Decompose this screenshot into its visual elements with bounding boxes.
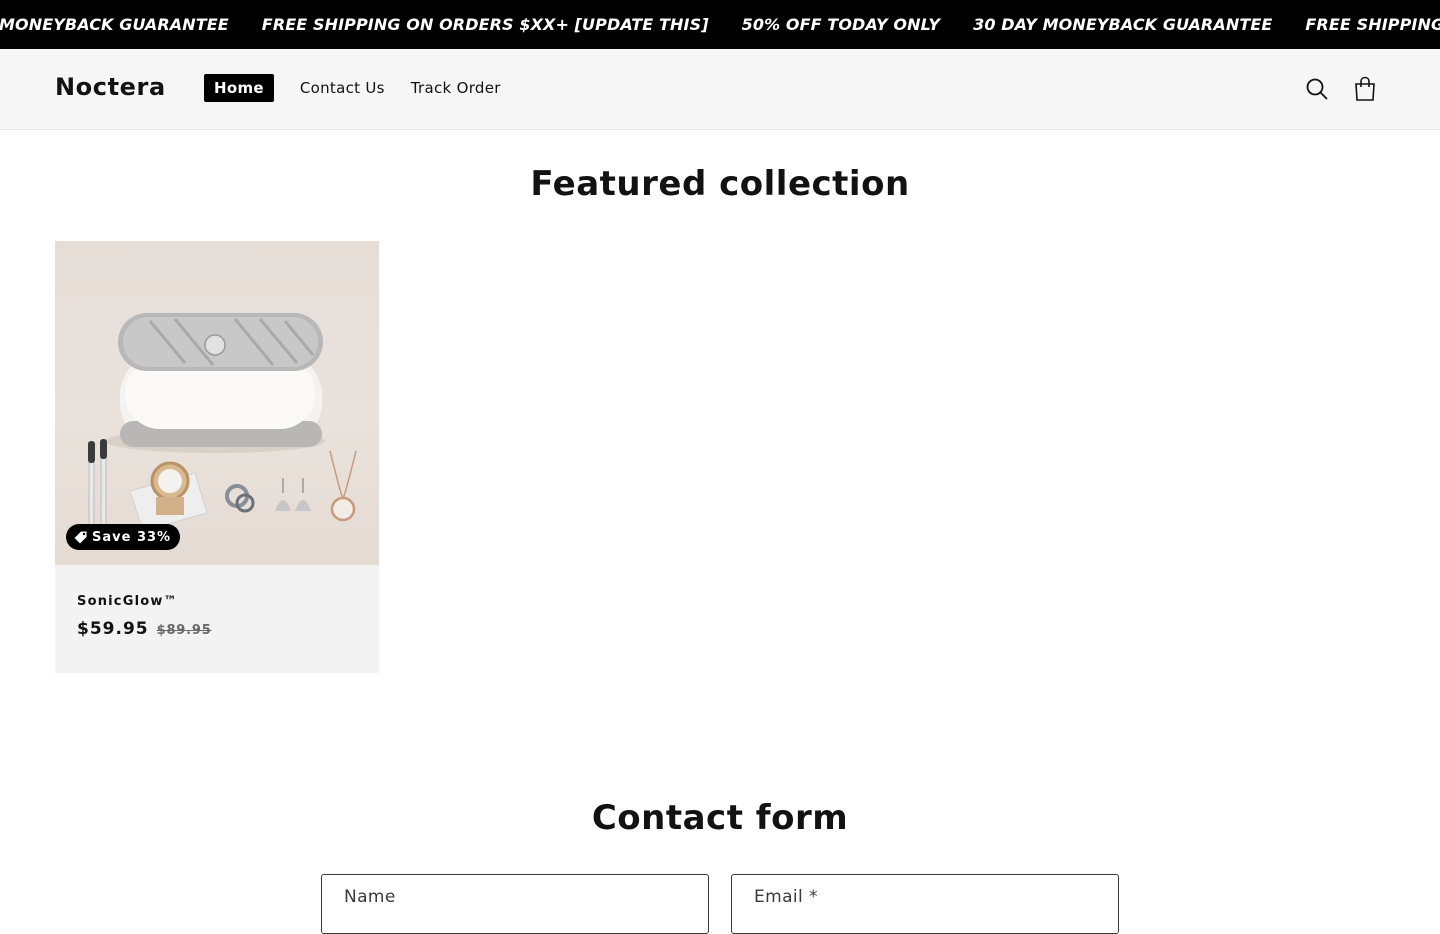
sale-badge-label: Save 33% <box>92 529 172 545</box>
announcement-item: FREE SHIPPING ON ORDERS $XX+ [UPDATE THI… <box>261 15 709 34</box>
product-card[interactable]: Save 33% SonicGlow™ $59.95 $89.95 <box>55 241 379 673</box>
tag-icon <box>74 531 87 543</box>
search-icon <box>1306 78 1328 100</box>
sale-badge: Save 33% <box>66 524 181 550</box>
search-button[interactable] <box>1301 73 1333 105</box>
announcement-item: 30 DAY MONEYBACK GUARANTEE <box>973 15 1273 34</box>
price-row: $59.95 $89.95 <box>77 619 212 639</box>
announcement-item: FREE SHIPPING ON O <box>1305 15 1440 34</box>
email-field-label: Email * <box>754 887 818 907</box>
featured-collection-title: Featured collection <box>530 164 910 204</box>
name-field[interactable]: Name <box>321 874 709 934</box>
contact-form-title: Contact form <box>591 798 849 838</box>
product-image[interactable]: Save 33% <box>55 241 379 565</box>
main-nav: Home Contact Us Track Order <box>204 74 527 102</box>
cart-button[interactable] <box>1349 73 1381 105</box>
store-logo[interactable]: Noctera <box>55 73 166 101</box>
announcement-bar: MONEYBACK GUARANTEE FREE SHIPPING ON ORD… <box>0 0 1440 49</box>
nav-item-track-order[interactable]: Track Order <box>411 74 501 102</box>
nav-item-contact-us[interactable]: Contact Us <box>300 74 385 102</box>
site-header: Noctera Home Contact Us Track Order <box>0 49 1440 130</box>
email-field[interactable]: Email * <box>731 874 1119 934</box>
name-field-label: Name <box>344 887 396 907</box>
compare-at-price: $89.95 <box>156 623 212 638</box>
nav-item-home[interactable]: Home <box>204 74 274 102</box>
announcement-item: MONEYBACK GUARANTEE <box>0 15 229 34</box>
cart-icon <box>1355 76 1375 101</box>
product-title[interactable]: SonicGlow™ <box>77 594 178 609</box>
sale-price: $59.95 <box>77 619 149 639</box>
product-illustration <box>88 313 357 532</box>
announcement-marquee: MONEYBACK GUARANTEE FREE SHIPPING ON ORD… <box>0 0 1440 49</box>
announcement-item: 50% OFF TODAY ONLY <box>741 15 941 34</box>
